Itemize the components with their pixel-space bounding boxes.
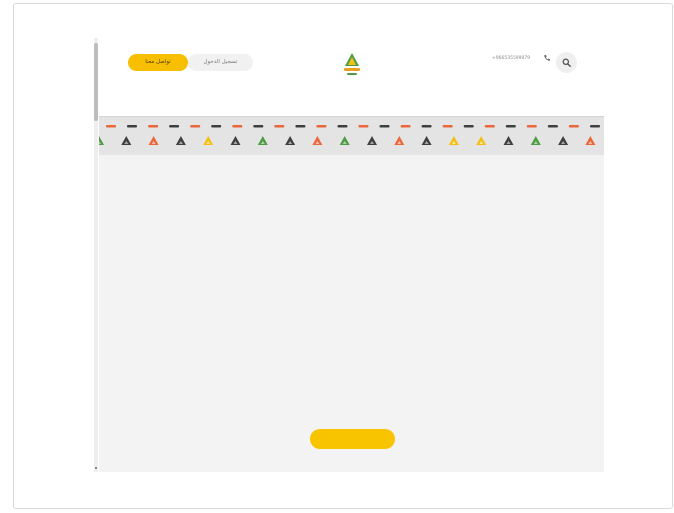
primary-action-button[interactable] (310, 429, 395, 449)
decorative-pattern-band (99, 116, 604, 155)
pattern-dash (337, 125, 348, 128)
pattern-dash (547, 125, 558, 128)
pattern-triangle (121, 136, 132, 145)
vertical-scrollbar[interactable] (94, 38, 98, 472)
pattern-triangle (99, 136, 104, 145)
login-button[interactable]: تسجيل الدخول (188, 54, 253, 71)
pattern-dash (169, 125, 180, 128)
web-page: تواصل معنا تسجيل الدخول +966535599079 (99, 34, 604, 472)
site-header: تواصل معنا تسجيل الدخول +966535599079 (99, 34, 604, 116)
pattern-dash (274, 125, 285, 128)
search-button[interactable] (556, 52, 577, 73)
pattern-triangle (285, 136, 296, 145)
phone-icon (544, 55, 550, 61)
pattern-dash (484, 125, 495, 128)
pattern-dash (358, 125, 369, 128)
triangle-pattern-icon (99, 125, 600, 145)
pattern-dash (148, 125, 159, 128)
pattern-dash (421, 125, 432, 128)
pattern-triangle (339, 136, 350, 145)
phone-number[interactable]: +966535599079 (492, 56, 530, 61)
pattern-triangle (367, 136, 377, 145)
pattern-triangle (230, 136, 241, 145)
pattern-triangle (394, 136, 405, 145)
pattern-triangle (312, 136, 323, 145)
scrollbar-thumb[interactable] (94, 43, 98, 121)
pattern-dash (590, 125, 600, 128)
contact-us-button[interactable]: تواصل معنا (128, 54, 188, 71)
pattern-dash (568, 125, 579, 128)
pattern-dash (505, 125, 516, 128)
pattern-dash (253, 125, 264, 128)
pattern-dash (442, 125, 453, 128)
pattern-dash (295, 125, 306, 128)
pattern-triangle (585, 136, 596, 145)
pattern-dash (400, 125, 411, 128)
pattern-triangle (503, 136, 514, 145)
pattern-dash (379, 125, 390, 128)
pattern-dash (211, 125, 222, 128)
pattern-triangle (558, 136, 569, 145)
pattern-dash (106, 125, 116, 128)
pattern-dash (127, 125, 137, 128)
pattern-triangle (257, 136, 268, 145)
pattern-dash (463, 125, 474, 128)
pattern-dash (526, 125, 537, 128)
brand-logo-icon[interactable] (340, 51, 364, 77)
pattern-dash (316, 125, 327, 128)
pattern-dash (190, 125, 201, 128)
pattern-triangle (203, 136, 214, 145)
pattern-dash (232, 125, 243, 128)
pattern-triangle (148, 136, 159, 145)
pattern-triangle (421, 136, 432, 145)
pattern-triangle (476, 136, 487, 145)
search-icon (562, 58, 571, 67)
pattern-triangle (530, 136, 541, 145)
scroll-end-marker (95, 467, 97, 469)
pattern-triangle (175, 136, 186, 145)
pattern-triangle (448, 136, 459, 145)
